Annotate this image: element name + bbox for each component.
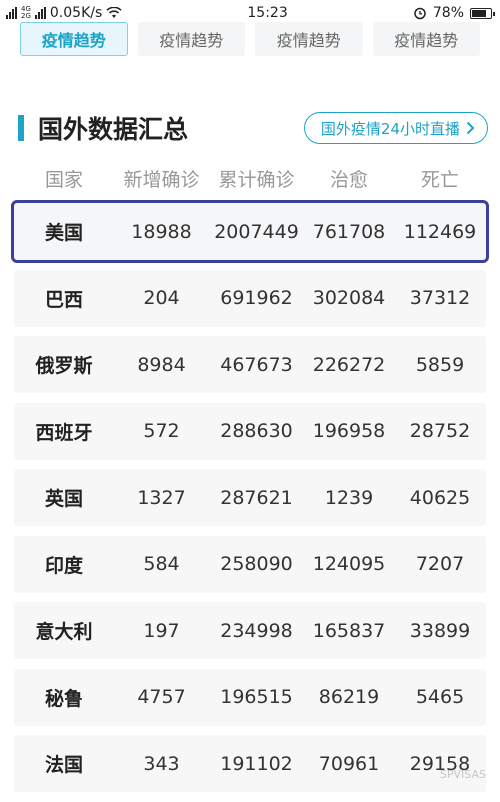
wifi-icon [106,7,122,19]
status-left: 4G 2G 0.05K/s [6,5,122,21]
deaths: 40625 [394,487,486,509]
country-name: 俄罗斯 [14,351,114,378]
total-confirmed: 287621 [209,487,304,509]
table-row[interactable]: 意大利 197 234998 165837 33899 [14,602,486,659]
battery-icon [470,8,492,19]
tab-trend-3[interactable]: 疫情趋势 [255,22,363,56]
watermark: SPVISAS [440,768,486,781]
deaths: 28752 [394,420,486,442]
table-row[interactable]: 秘鲁 4757 196515 86219 5465 [14,669,486,726]
total-confirmed: 258090 [209,553,304,575]
status-right: 78% [413,5,492,21]
deaths: 7207 [394,553,486,575]
table-header: 国家 新增确诊 累计确诊 治愈 死亡 [14,163,486,193]
cured: 70961 [304,753,394,775]
table-row[interactable]: 西班牙 572 288630 196958 28752 [14,403,486,460]
header-country: 国家 [14,165,114,192]
header-deaths: 死亡 [394,165,486,192]
cured: 302084 [304,287,394,309]
new-confirmed: 1327 [114,487,209,509]
total-confirmed: 196515 [209,686,304,708]
cured: 165837 [304,620,394,642]
section-header: 国外数据汇总 国外疫情24小时直播 [18,110,488,146]
total-confirmed: 234998 [209,620,304,642]
live-broadcast-label: 国外疫情24小时直播 [321,118,460,139]
cured: 124095 [304,553,394,575]
country-table: 美国 18988 2007449 761708 112469 巴西 204 69… [14,203,486,802]
header-new-confirmed: 新增确诊 [114,165,209,192]
new-confirmed: 572 [114,420,209,442]
trend-tabs: 疫情趋势 疫情趋势 疫情趋势 疫情趋势 [0,22,500,58]
total-confirmed: 467673 [209,354,304,376]
cured: 226272 [304,354,394,376]
new-confirmed: 584 [114,553,209,575]
table-row[interactable]: 美国 18988 2007449 761708 112469 [14,203,486,260]
table-row[interactable]: 法国 343 191102 70961 29158 [14,735,486,792]
country-name: 英国 [14,484,114,511]
deaths: 112469 [394,221,486,243]
chevron-right-icon [466,121,475,135]
deaths: 5465 [394,686,486,708]
battery-fill [472,10,486,17]
country-name: 西班牙 [14,418,114,445]
new-confirmed: 343 [114,753,209,775]
table-row[interactable]: 巴西 204 691962 302084 37312 [14,270,486,327]
header-total-confirmed: 累计确诊 [209,165,304,192]
new-confirmed: 18988 [114,221,209,243]
country-name: 秘鲁 [14,684,114,711]
table-row[interactable]: 印度 584 258090 124095 7207 [14,536,486,593]
header-cured: 治愈 [304,165,394,192]
table-row[interactable]: 俄罗斯 8984 467673 226272 5859 [14,336,486,393]
deaths: 5859 [394,354,486,376]
cured: 1239 [304,487,394,509]
signal-icon [6,7,17,19]
tab-trend-4[interactable]: 疫情趋势 [373,22,481,56]
country-name: 美国 [14,218,114,245]
country-name: 印度 [14,551,114,578]
cured: 86219 [304,686,394,708]
deaths: 37312 [394,287,486,309]
deaths: 33899 [394,620,486,642]
new-confirmed: 4757 [114,686,209,708]
network-type-bottom: 2G [21,13,31,20]
title-wrap: 国外数据汇总 [18,110,188,146]
network-type: 4G 2G [21,6,31,20]
new-confirmed: 204 [114,287,209,309]
section-title: 国外数据汇总 [38,110,188,146]
tab-trend-1[interactable]: 疫情趋势 [20,22,128,56]
cured: 196958 [304,420,394,442]
total-confirmed: 288630 [209,420,304,442]
clock: 15:23 [247,5,287,21]
total-confirmed: 691962 [209,287,304,309]
table-row[interactable]: 英国 1327 287621 1239 40625 [14,469,486,526]
new-confirmed: 8984 [114,354,209,376]
total-confirmed: 2007449 [209,221,304,243]
signal-icon-2 [35,7,46,19]
country-name: 意大利 [14,617,114,644]
country-name: 法国 [14,750,114,777]
network-speed: 0.05K/s [50,5,102,21]
alarm-icon [413,6,427,20]
tab-trend-2[interactable]: 疫情趋势 [138,22,246,56]
country-name: 巴西 [14,285,114,312]
total-confirmed: 191102 [209,753,304,775]
new-confirmed: 197 [114,620,209,642]
cured: 761708 [304,221,394,243]
battery-percent: 78% [433,5,464,21]
title-accent-bar [18,115,24,141]
live-broadcast-button[interactable]: 国外疫情24小时直播 [304,112,488,144]
